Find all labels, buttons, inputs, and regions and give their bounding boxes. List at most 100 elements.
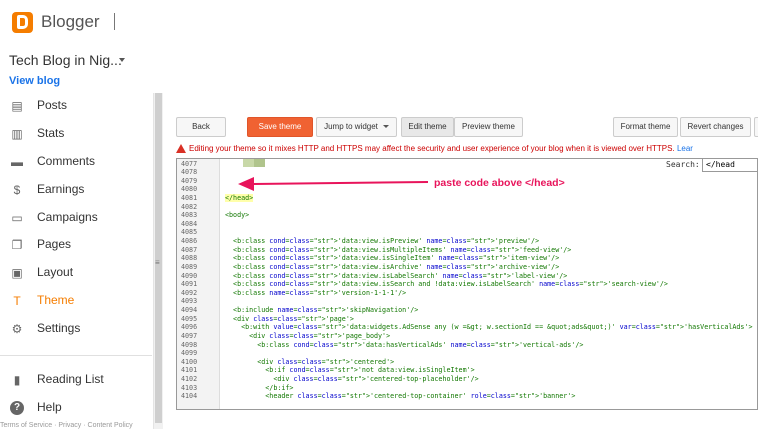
posts-icon: ▤ xyxy=(11,99,23,113)
sidebar-item-pages[interactable]: ❐ Pages xyxy=(0,232,152,258)
jump-to-widget-dropdown[interactable]: Jump to widget xyxy=(316,117,397,137)
sidebar-item-label: Help xyxy=(37,400,62,414)
top-bar: Blogger xyxy=(0,0,758,44)
annotation-arrow xyxy=(238,177,429,191)
sidebar-divider xyxy=(0,355,152,356)
code-line[interactable]: <b:class name=class="str">'version-1-1-1… xyxy=(225,289,406,297)
resize-grip-icon[interactable]: ≡ xyxy=(155,258,160,267)
sidebar-item-label: Stats xyxy=(37,126,65,140)
stats-icon: ▥ xyxy=(11,127,23,141)
code-line[interactable]: <header class=class="str">'centered-top-… xyxy=(225,392,575,400)
sidebar-item-label: Settings xyxy=(37,321,81,335)
bookmark-icon: ▮ xyxy=(13,373,21,387)
code-line[interactable]: <b:class cond=class="str">'data:view.isL… xyxy=(225,272,567,280)
line-number: 4094 xyxy=(181,306,198,315)
sidebar-item-help[interactable]: ? Help xyxy=(0,395,152,421)
line-number: 4089 xyxy=(181,262,198,271)
sidebar-item-settings[interactable]: ⚙ Settings xyxy=(0,316,152,342)
view-blog-link[interactable]: View blog xyxy=(9,75,60,87)
campaigns-icon: ▭ xyxy=(11,211,23,225)
search-input[interactable]: </head xyxy=(702,158,758,172)
sidebar-item-label: Layout xyxy=(37,265,74,279)
line-number: 4087 xyxy=(181,245,198,254)
line-number: 4092 xyxy=(181,288,198,297)
line-number: 4100 xyxy=(181,357,198,366)
code-line[interactable]: <b:with value=class="str">'data:widgets.… xyxy=(225,323,752,331)
code-line[interactable]: <b:include name=class="str">'skipNavigat… xyxy=(225,306,418,314)
warning-text: Editing your theme so it mixes HTTP and … xyxy=(189,144,675,153)
line-number: 4085 xyxy=(181,228,198,237)
revert-changes-button[interactable]: Revert changes xyxy=(680,117,751,137)
sidebar-item-layout[interactable]: ▣ Layout xyxy=(0,260,152,286)
sidebar-item-label: Pages xyxy=(37,237,72,251)
code-editor[interactable]: 4077 4078 4079 4080 4081 </head> 4082 4083 <body… xyxy=(176,158,758,410)
line-number: 4082 xyxy=(181,202,198,211)
line-number: 4083 xyxy=(181,211,198,220)
pages-icon: ❐ xyxy=(11,238,23,252)
search-label: Search: xyxy=(666,160,700,169)
line-number: 4104 xyxy=(181,392,198,401)
gear-icon: ⚙ xyxy=(11,322,23,336)
code-line[interactable]: </b:if> xyxy=(225,384,293,392)
code-line[interactable]: <b:class cond=class="str">'data:hasVerti… xyxy=(225,341,583,349)
back-button[interactable]: Back xyxy=(176,117,226,137)
save-theme-button[interactable]: Save theme xyxy=(247,117,313,137)
sidebar-item-campaigns[interactable]: ▭ Campaigns xyxy=(0,205,152,231)
chevron-down-icon[interactable] xyxy=(119,58,125,62)
code-line[interactable]: <b:if cond=class="str">'not data:view.is… xyxy=(225,366,474,374)
sidebar-item-earnings[interactable]: $ Earnings xyxy=(0,177,152,203)
footer-links[interactable]: Terms of Service · Privacy · Content Pol… xyxy=(0,422,133,429)
sidebar-item-label: Earnings xyxy=(37,182,85,196)
code-line[interactable]: <b:class cond=class="str">'data:view.isA… xyxy=(225,263,559,271)
sidebar-item-label: Comments xyxy=(37,154,96,168)
code-line[interactable]: <b:class cond=class="str">'data:view.isM… xyxy=(225,246,571,254)
code-line[interactable]: <b:class cond=class="str">'data:view.isS… xyxy=(225,254,559,262)
sidebar-item-label: Campaigns xyxy=(37,210,98,224)
line-number: 4086 xyxy=(181,237,198,246)
format-theme-button[interactable]: Format theme xyxy=(613,117,678,137)
app-title[interactable]: Blogger xyxy=(41,12,100,32)
comments-icon: ▬ xyxy=(11,155,23,169)
sidebar-item-label: Reading List xyxy=(37,372,104,386)
line-number: 4096 xyxy=(181,323,198,332)
sidebar-item-reading-list[interactable]: ▮ Reading List xyxy=(0,367,152,393)
sidebar-item-comments[interactable]: ▬ Comments xyxy=(0,149,152,175)
preview-theme-button[interactable]: Preview theme xyxy=(454,117,523,137)
layout-icon: ▣ xyxy=(11,266,23,280)
line-number: 4093 xyxy=(181,297,198,306)
edit-theme-button[interactable]: Edit theme xyxy=(401,117,454,137)
divider xyxy=(114,13,115,30)
code-line[interactable]: <b:class cond=class="str">'data:view.isS… xyxy=(225,280,668,288)
theme-icon: T xyxy=(13,294,21,308)
sidebar-item-label: Posts xyxy=(37,98,68,112)
learn-more-link[interactable]: Lear xyxy=(677,144,693,153)
line-number: 4098 xyxy=(181,340,198,349)
annotation-text: paste code above </head> xyxy=(434,177,565,189)
sidebar-item-label: Theme xyxy=(37,293,75,307)
code-line[interactable]: <div class=class="str">'page'> xyxy=(225,315,354,323)
https-warning: Editing your theme so it mixes HTTP and … xyxy=(176,143,758,157)
blog-name[interactable]: Tech Blog in Nig... xyxy=(9,52,122,68)
line-number: 4084 xyxy=(181,219,198,228)
code-line[interactable]: </head> xyxy=(225,193,254,202)
code-line[interactable]: <b:class cond=class="str">'data:view.isP… xyxy=(225,237,539,245)
sidebar-item-stats[interactable]: ▥ Stats xyxy=(0,121,152,147)
line-number: 4091 xyxy=(181,280,198,289)
color-swatch xyxy=(254,159,265,167)
code-line[interactable]: <div class=class="str">'page_body'> xyxy=(225,332,390,340)
warning-icon xyxy=(176,144,186,153)
line-number: 4077 xyxy=(181,159,198,168)
code-line[interactable]: <div class=class="str">'centered-top-pla… xyxy=(225,375,478,383)
line-number: 4103 xyxy=(181,383,198,392)
sidebar-item-posts[interactable]: ▤ Posts xyxy=(0,93,152,119)
blogger-logo-icon[interactable] xyxy=(12,12,33,33)
help-icon: ? xyxy=(10,401,24,415)
line-number: 4090 xyxy=(181,271,198,280)
line-number: 4078 xyxy=(181,168,198,177)
sidebar-item-theme[interactable]: T Theme xyxy=(0,288,152,314)
line-number: 4099 xyxy=(181,349,198,358)
overflow-button[interactable] xyxy=(754,117,758,137)
code-line[interactable]: <div class=class="str">'centered'> xyxy=(225,358,394,366)
code-line[interactable]: <body> xyxy=(225,211,249,219)
line-number: 4080 xyxy=(181,185,198,194)
